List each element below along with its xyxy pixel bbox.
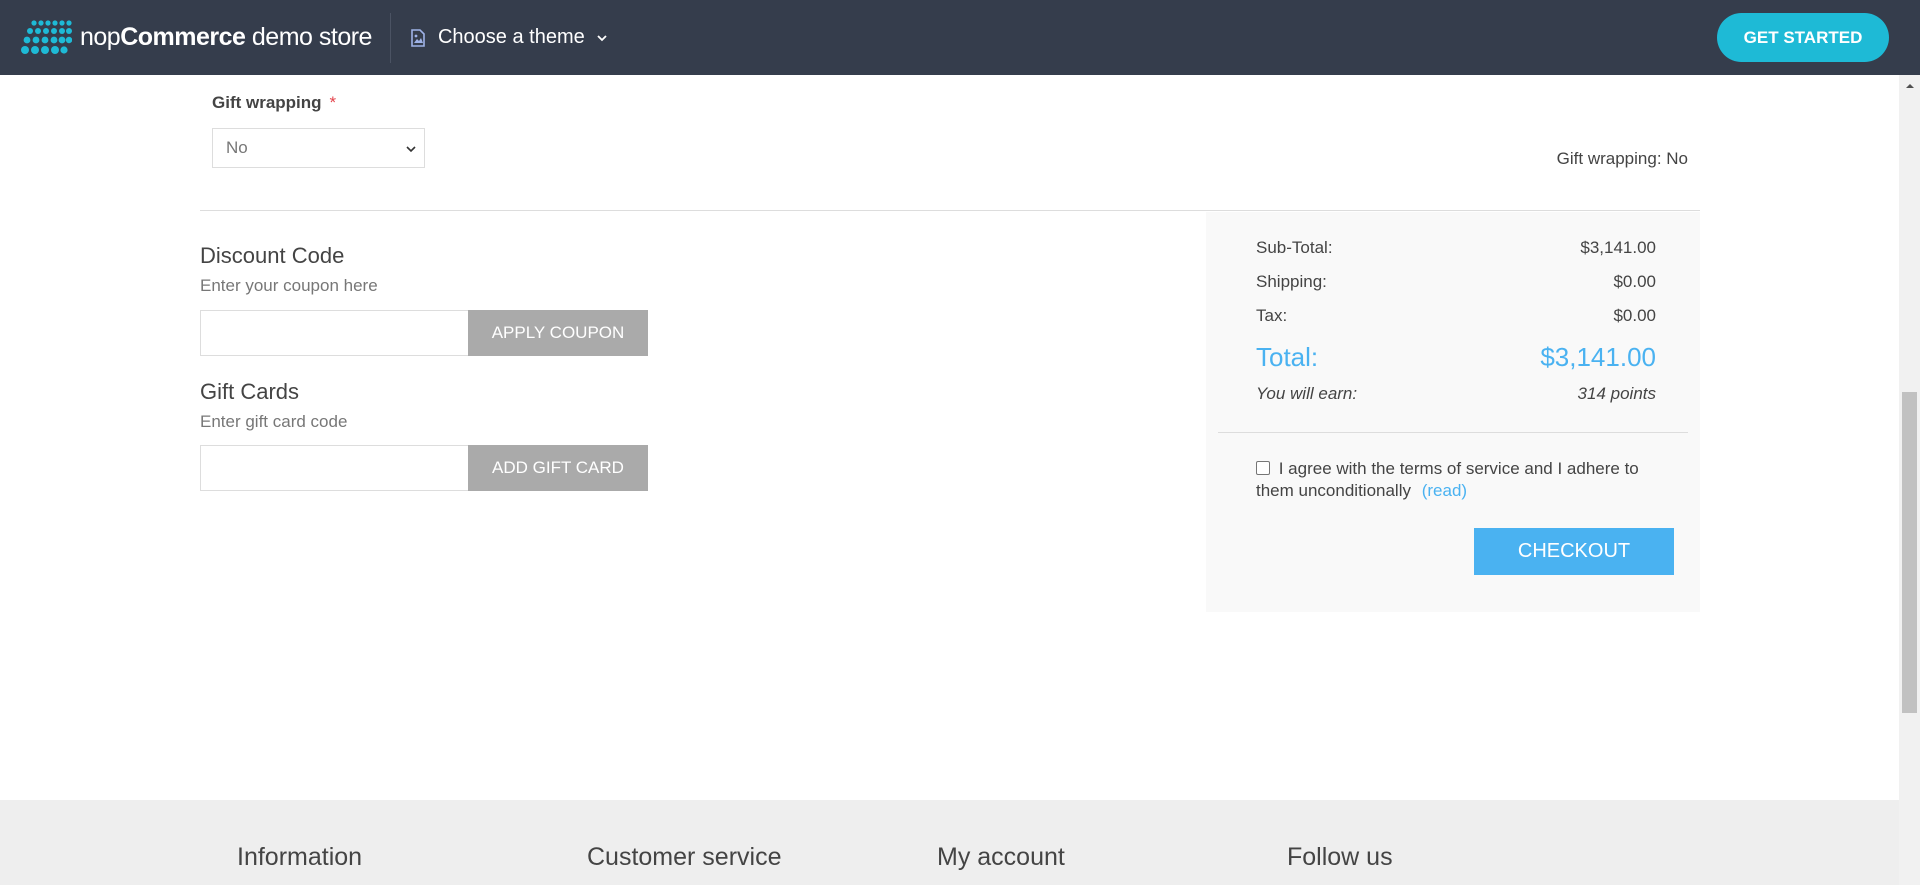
discount-code-input[interactable] <box>200 310 469 356</box>
gift-card-input[interactable] <box>200 445 469 491</box>
terms-checkbox[interactable] <box>1256 461 1270 475</box>
topbar-divider <box>389 12 391 63</box>
brand-name-light: nop <box>80 23 121 51</box>
chevron-down-icon <box>406 146 416 153</box>
scroll-up-icon[interactable] <box>1899 75 1920 96</box>
required-marker: * <box>329 93 337 112</box>
chevron-down-icon <box>597 34 607 41</box>
section-divider <box>200 210 1700 211</box>
discount-code-hint: Enter your coupon here <box>200 276 378 295</box>
choose-theme-label: Choose a theme <box>437 26 585 48</box>
gift-cards-title: Gift Cards <box>200 379 300 404</box>
order-total-label: Total: <box>1256 342 1319 372</box>
top-bar: nopCommerce demo store Choose a theme GE… <box>0 0 1920 75</box>
footer-heading-information: Information <box>237 843 363 871</box>
shipping-label: Shipping: <box>1256 272 1327 291</box>
tax-value: $0.00 <box>1613 306 1656 325</box>
totals-divider <box>1218 432 1688 433</box>
order-total-value: $3,141.00 <box>1540 342 1656 372</box>
brand-name: nopCommerce demo store <box>80 23 372 52</box>
choose-theme-dropdown[interactable]: Choose a theme <box>408 26 609 49</box>
brand-logo-link[interactable]: nopCommerce demo store <box>20 0 372 75</box>
terms-read-link[interactable]: (read) <box>1422 481 1467 500</box>
footer-heading-my-account: My account <box>937 843 1065 871</box>
subtotal-row: Sub-Total: $3,141.00 <box>1256 238 1656 258</box>
subtotal-label: Sub-Total: <box>1256 238 1333 257</box>
get-started-button[interactable]: GET STARTED <box>1717 13 1889 62</box>
brand-name-suffix: demo store <box>245 23 373 51</box>
nopcommerce-logo-icon <box>21 19 72 54</box>
footer-heading-follow-us: Follow us <box>1287 843 1393 871</box>
reward-points-value: 314 points <box>1577 384 1656 403</box>
add-gift-card-button[interactable]: ADD GIFT CARD <box>468 445 648 491</box>
shipping-row: Shipping: $0.00 <box>1256 272 1656 292</box>
footer-heading-customer-service: Customer service <box>587 843 782 871</box>
reward-points-label: You will earn: <box>1256 384 1358 403</box>
gift-wrapping-summary: Gift wrapping: No <box>1556 149 1688 168</box>
apply-coupon-button[interactable]: APPLY COUPON <box>468 310 648 356</box>
order-total-row: Total: $3,141.00 <box>1256 342 1656 373</box>
scrollbar-thumb[interactable] <box>1902 392 1917 713</box>
gift-cards-hint: Enter gift card code <box>200 412 348 431</box>
page-scrollbar[interactable] <box>1899 75 1920 885</box>
order-totals-panel: Sub-Total: $3,141.00 Shipping: $0.00 Tax… <box>1206 212 1700 612</box>
checkout-button[interactable]: CHECKOUT <box>1474 528 1674 575</box>
gift-wrapping-selected-value: No <box>226 138 248 157</box>
gift-wrapping-select[interactable]: No <box>212 128 425 168</box>
gift-wrapping-label-text: Gift wrapping <box>212 93 322 112</box>
subtotal-value: $3,141.00 <box>1580 238 1656 257</box>
discount-code-title: Discount Code <box>200 243 345 268</box>
tax-row: Tax: $0.00 <box>1256 306 1656 326</box>
image-icon <box>411 28 425 47</box>
terms-of-service: I agree with the terms of service and I … <box>1256 458 1666 502</box>
reward-points-row: You will earn: 314 points <box>1256 384 1656 404</box>
footer: Information Customer service My account … <box>0 800 1899 885</box>
shipping-value: $0.00 <box>1613 272 1656 291</box>
tax-label: Tax: <box>1256 306 1288 325</box>
gift-wrapping-label: Gift wrapping * <box>212 93 336 113</box>
brand-name-bold: Commerce <box>120 23 246 51</box>
